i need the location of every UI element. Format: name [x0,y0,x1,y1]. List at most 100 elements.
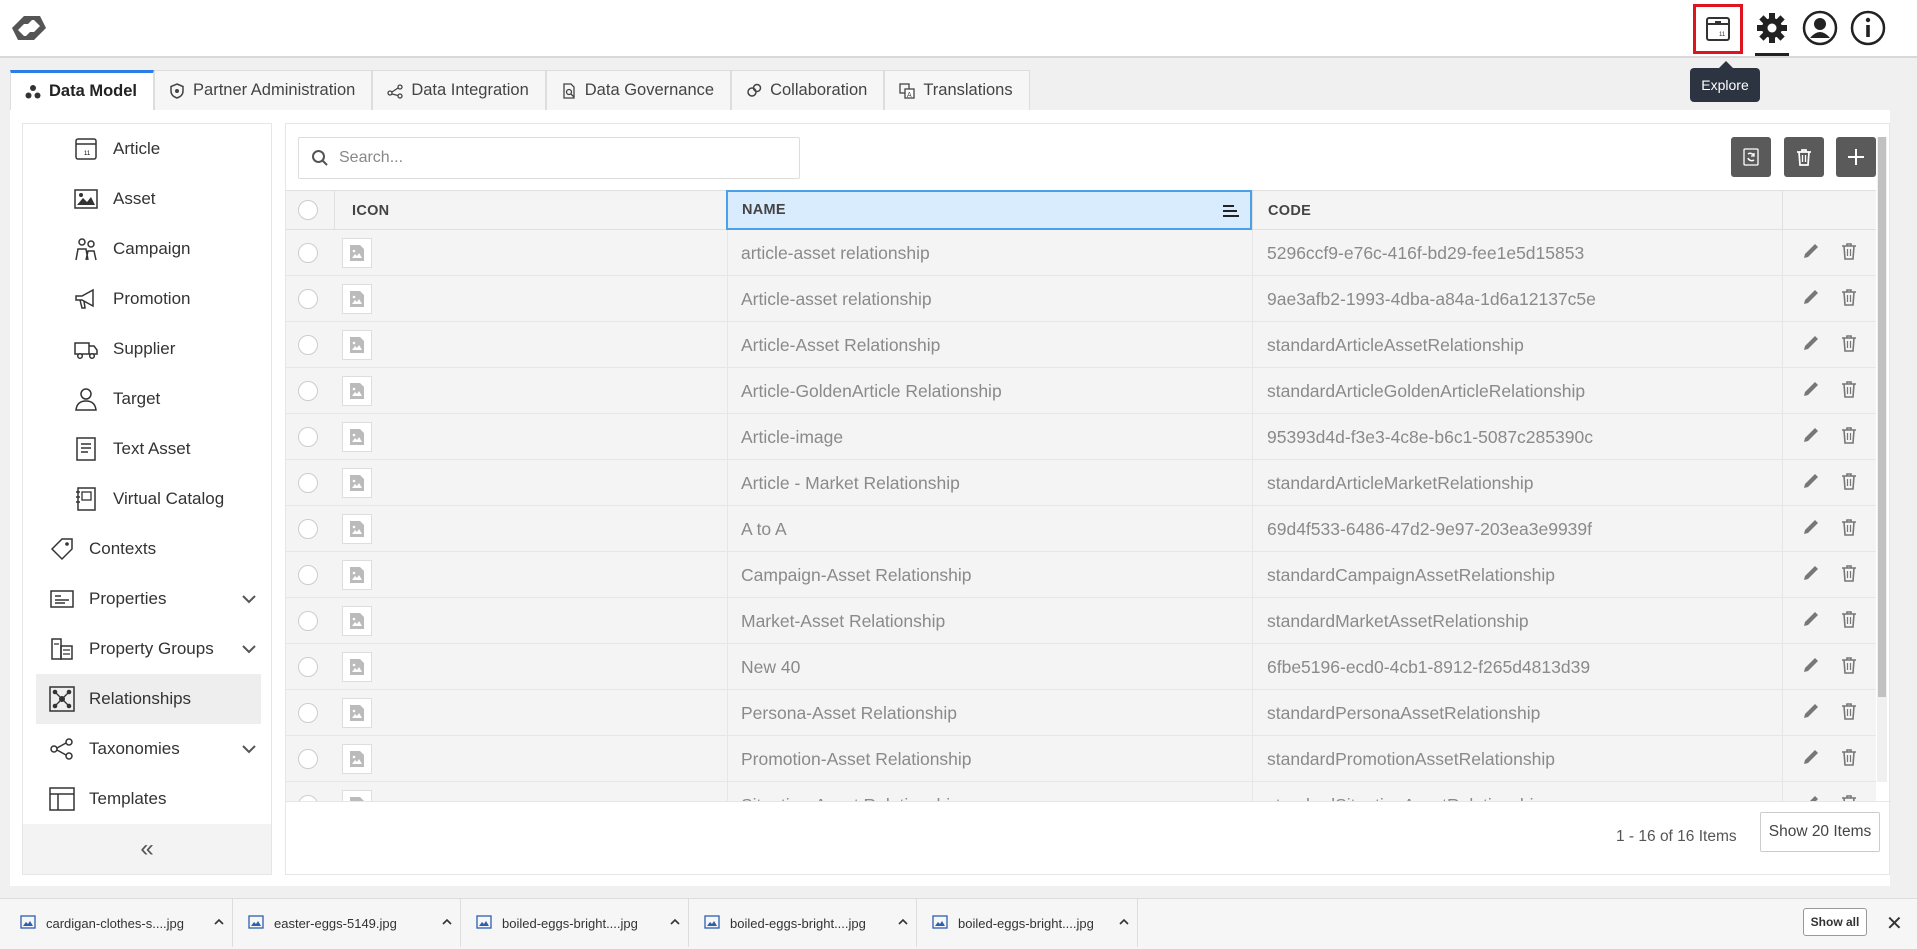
row-checkbox[interactable] [298,289,318,309]
table-row[interactable]: Article-asset relationship 9ae3afb2-1993-… [286,276,1876,322]
collapse-sidebar-button[interactable]: « [23,824,271,874]
edit-button[interactable] [1801,379,1821,404]
tab-collaboration[interactable]: Collaboration [731,70,885,110]
delete-button[interactable] [1840,471,1858,496]
row-checkbox[interactable] [298,565,318,585]
delete-button[interactable] [1840,609,1858,634]
info-button[interactable] [1847,6,1889,50]
chevron-down-icon[interactable] [241,641,257,657]
row-checkbox[interactable] [298,381,318,401]
sidebar-item-virtual-catalog[interactable]: Virtual Catalog [23,474,271,524]
row-checkbox[interactable] [298,519,318,539]
delete-button[interactable] [1840,333,1858,358]
row-checkbox[interactable] [298,749,318,769]
app-logo[interactable] [6,10,52,46]
edit-button[interactable] [1801,747,1821,772]
sidebar-item-property-groups[interactable]: Property Groups [23,624,271,674]
edit-button[interactable] [1801,287,1821,312]
page-size-button[interactable]: Show 20 Items [1760,812,1880,852]
table-row[interactable]: Market-Asset Relationship standardMarketA… [286,598,1876,644]
chevron-up-icon[interactable] [213,916,225,928]
tab-partner-administration[interactable]: Partner Administration [154,70,373,110]
sidebar-item-campaign[interactable]: Campaign [23,224,271,274]
chevron-down-icon[interactable] [241,741,257,757]
sidebar-item-target[interactable]: Target [23,374,271,424]
row-checkbox[interactable] [298,427,318,447]
table-row[interactable]: Article-Asset Relationship standardArticl… [286,322,1876,368]
sidebar-item-relationships[interactable]: Relationships [36,674,261,724]
edit-button[interactable] [1801,655,1821,680]
sidebar-item-asset[interactable]: Asset [23,174,271,224]
download-item[interactable]: boiled-eggs-bright....jpg [928,899,1138,947]
edit-button[interactable] [1801,517,1821,542]
delete-button[interactable] [1840,425,1858,450]
row-checkbox[interactable] [298,243,318,263]
tab-translations[interactable]: A Translations [884,70,1030,110]
delete-button[interactable] [1840,379,1858,404]
add-button[interactable] [1836,137,1876,177]
sidebar-item-promotion[interactable]: Promotion [23,274,271,324]
row-checkbox[interactable] [298,657,318,677]
vertical-scrollbar[interactable] [1877,137,1887,782]
chevron-up-icon[interactable] [441,916,453,928]
delete-button[interactable] [1840,563,1858,588]
table-row[interactable]: Campaign-Asset Relationship standardCampa… [286,552,1876,598]
delete-button[interactable] [1840,241,1858,266]
column-header-code[interactable]: CODE [1252,191,1782,230]
table-row[interactable]: Promotion-Asset Relationship standardProm… [286,736,1876,782]
edit-button[interactable] [1801,701,1821,726]
sidebar-item-article[interactable]: 11 Article [23,124,271,174]
edit-button[interactable] [1801,425,1821,450]
edit-button[interactable] [1801,333,1821,358]
table-row[interactable]: Article-image 95393d4d-f3e3-4c8e-b6c1-508… [286,414,1876,460]
table-row[interactable]: Situation-Asset RelationshipstandardSitu… [286,782,1876,801]
search-input[interactable] [339,149,779,167]
refresh-button[interactable] [1731,137,1771,177]
sidebar-item-taxonomies[interactable]: Taxonomies [23,724,271,774]
delete-button[interactable] [1840,793,1858,801]
download-item[interactable]: boiled-eggs-bright....jpg [700,899,917,947]
sidebar-item-properties[interactable]: Properties [23,574,271,624]
row-checkbox[interactable] [298,335,318,355]
column-header-name[interactable]: NAME [726,190,1252,230]
tab-data-model[interactable]: Data Model [10,70,155,110]
sort-icon[interactable] [1222,203,1240,219]
delete-button[interactable] [1840,517,1858,542]
scrollbar-thumb[interactable] [1878,137,1886,697]
chevron-up-icon[interactable] [897,916,909,928]
chevron-up-icon[interactable] [1118,916,1130,928]
edit-button[interactable] [1801,471,1821,496]
delete-button[interactable] [1840,655,1858,680]
download-item[interactable]: boiled-eggs-bright....jpg [472,899,689,947]
download-item[interactable]: easter-eggs-5149.jpg [244,899,461,947]
table-row[interactable]: article-asset relationship 5296ccf9-e76c-… [286,230,1876,276]
show-all-downloads-button[interactable]: Show all [1803,908,1867,936]
row-checkbox[interactable] [298,611,318,631]
sidebar-item-supplier[interactable]: Supplier [23,324,271,374]
delete-button[interactable] [1840,747,1858,772]
chevron-up-icon[interactable] [669,916,681,928]
download-item[interactable]: cardigan-clothes-s....jpg [16,899,233,947]
row-checkbox[interactable] [298,703,318,723]
sidebar-item-contexts[interactable]: Contexts [23,524,271,574]
table-row[interactable]: Persona-Asset Relationship standardPerson… [286,690,1876,736]
tab-data-integration[interactable]: Data Integration [372,70,546,110]
edit-button[interactable] [1801,241,1821,266]
column-header-icon[interactable]: ICON [334,191,704,230]
table-row[interactable]: A to A 69d4f533-6486-47d2-9e97-203ea3e993… [286,506,1876,552]
tab-data-governance[interactable]: Data Governance [545,70,732,110]
chevron-down-icon[interactable] [241,591,257,607]
settings-button[interactable] [1751,6,1793,56]
edit-button[interactable] [1801,563,1821,588]
sidebar-item-text-asset[interactable]: Text Asset [23,424,271,474]
delete-button[interactable] [1840,701,1858,726]
table-row[interactable]: New 40 6fbe5196-ecd0-4cb1-8912-f265d4813d… [286,644,1876,690]
delete-button[interactable] [1840,287,1858,312]
table-row[interactable]: Article-GoldenArticle Relationship standa… [286,368,1876,414]
delete-selected-button[interactable] [1784,137,1824,177]
select-all-checkbox[interactable] [298,200,318,220]
edit-button[interactable] [1801,609,1821,634]
edit-button[interactable] [1801,793,1821,801]
sidebar-item-templates[interactable]: Templates [23,774,271,824]
explore-button[interactable]: 11 [1693,4,1743,54]
